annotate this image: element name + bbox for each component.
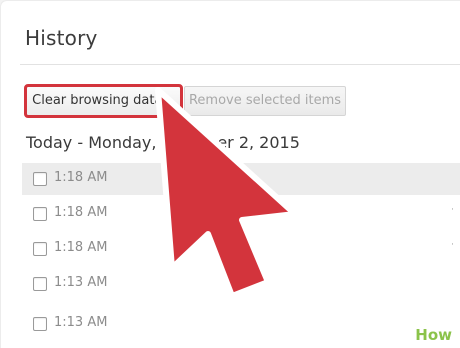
entry-time: 1:18 AM bbox=[54, 170, 108, 185]
entry-time: 1:13 AM bbox=[54, 315, 108, 330]
header-divider bbox=[20, 64, 460, 65]
entry-time: 1:18 AM bbox=[54, 240, 108, 255]
row-checkbox[interactable] bbox=[33, 242, 47, 256]
row-edge-mark: · bbox=[451, 240, 454, 250]
row-checkbox[interactable] bbox=[33, 277, 47, 291]
page-title: History bbox=[25, 26, 98, 50]
row-checkbox[interactable] bbox=[33, 207, 47, 221]
row-edge-mark: · bbox=[451, 205, 454, 215]
row-checkbox[interactable] bbox=[33, 172, 47, 186]
pointer-arrow-icon bbox=[155, 87, 298, 299]
entry-time: 1:18 AM bbox=[54, 205, 108, 220]
wikihow-watermark: wikiHow bbox=[381, 326, 452, 344]
entry-time: 1:13 AM bbox=[54, 275, 108, 290]
row-checkbox[interactable] bbox=[33, 317, 47, 331]
